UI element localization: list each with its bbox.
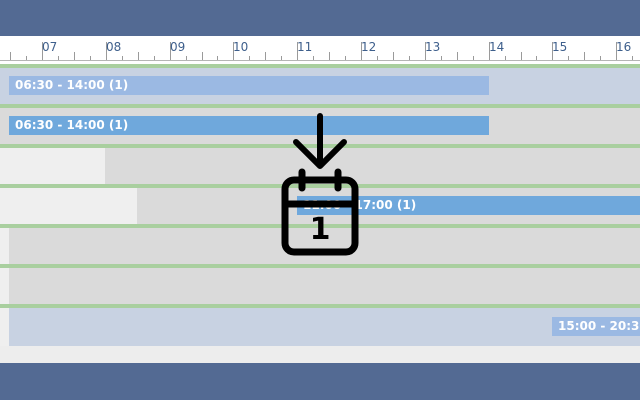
row-background — [9, 308, 640, 346]
ruler-minor-tick — [632, 56, 633, 60]
ruler-minor-tick — [10, 52, 11, 60]
row-unavailable-area — [0, 148, 105, 184]
time-ruler: 07 08 09 10 11 12 13 14 15 16 — [0, 36, 640, 64]
top-header-bar — [0, 0, 640, 36]
row-unavailable-area — [0, 268, 9, 304]
ruler-minor-tick — [26, 56, 27, 60]
ruler-minor-tick — [536, 56, 537, 60]
row-background — [9, 268, 640, 304]
shift-block[interactable]: 06:30 - 14:00 (1) — [9, 116, 489, 135]
ruler-hour-label: 15 — [552, 40, 568, 54]
ruler-hour-label: 14 — [489, 40, 505, 54]
schedule-row — [0, 144, 640, 184]
bottom-bar — [0, 363, 640, 400]
ruler-hour-label: 16 — [616, 40, 632, 54]
ruler-minor-tick — [441, 56, 442, 60]
row-background — [9, 228, 640, 264]
row-unavailable-area — [0, 188, 137, 224]
ruler-hour-label: 13 — [425, 40, 441, 54]
ruler-minor-tick — [281, 56, 282, 60]
schedule-row: 06:30 - 14:00 (1) — [0, 104, 640, 144]
timeline-footer — [0, 346, 640, 363]
ruler-minor-tick — [345, 56, 346, 60]
ruler-hour-label: 07 — [42, 40, 58, 54]
ruler-minor-tick — [186, 56, 187, 60]
ruler-minor-tick — [505, 56, 506, 60]
ruler-minor-tick — [265, 52, 266, 60]
ruler-minor-tick — [202, 52, 203, 60]
ruler-minor-tick — [154, 56, 155, 60]
ruler-minor-tick — [122, 56, 123, 60]
ruler-minor-tick — [584, 52, 585, 60]
ruler-minor-tick — [217, 56, 218, 60]
ruler-hour-label: 10 — [233, 40, 249, 54]
ruler-hour-label: 11 — [297, 40, 313, 54]
schedule-row — [0, 224, 640, 264]
ruler-minor-tick — [138, 52, 139, 60]
ruler-hour-label: 08 — [106, 40, 122, 54]
ruler-minor-tick — [313, 56, 314, 60]
ruler-minor-tick — [329, 52, 330, 60]
ruler-minor-tick — [473, 56, 474, 60]
row-unavailable-area — [0, 308, 9, 346]
ruler-minor-tick — [249, 56, 250, 60]
ruler-minor-tick — [58, 56, 59, 60]
schedule-timeline: 06:30 - 14:00 (1) 06:30 - 14:00 (1) 11:0… — [0, 64, 640, 346]
ruler-baseline — [0, 60, 640, 61]
row-background — [105, 148, 640, 184]
schedule-row: 06:30 - 14:00 (1) — [0, 64, 640, 104]
schedule-row — [0, 264, 640, 304]
ruler-hour-label: 12 — [361, 40, 377, 54]
ruler-minor-tick — [90, 56, 91, 60]
shift-block[interactable]: 11:00 - 17:00 (1) — [297, 196, 640, 215]
ruler-hour-label: 09 — [170, 40, 186, 54]
ruler-minor-tick — [521, 52, 522, 60]
ruler-minor-tick — [600, 56, 601, 60]
ruler-minor-tick — [409, 56, 410, 60]
ruler-minor-tick — [74, 52, 75, 60]
row-unavailable-area — [0, 228, 9, 264]
ruler-minor-tick — [457, 52, 458, 60]
shift-block[interactable]: 06:30 - 14:00 (1) — [9, 76, 489, 95]
ruler-minor-tick — [393, 52, 394, 60]
ruler-minor-tick — [377, 56, 378, 60]
ruler-minor-tick — [568, 56, 569, 60]
shift-block[interactable]: 15:00 - 20:30 — [552, 317, 640, 336]
schedule-row: 11:00 - 17:00 (1) — [0, 184, 640, 224]
schedule-row: 15:00 - 20:30 — [0, 304, 640, 346]
